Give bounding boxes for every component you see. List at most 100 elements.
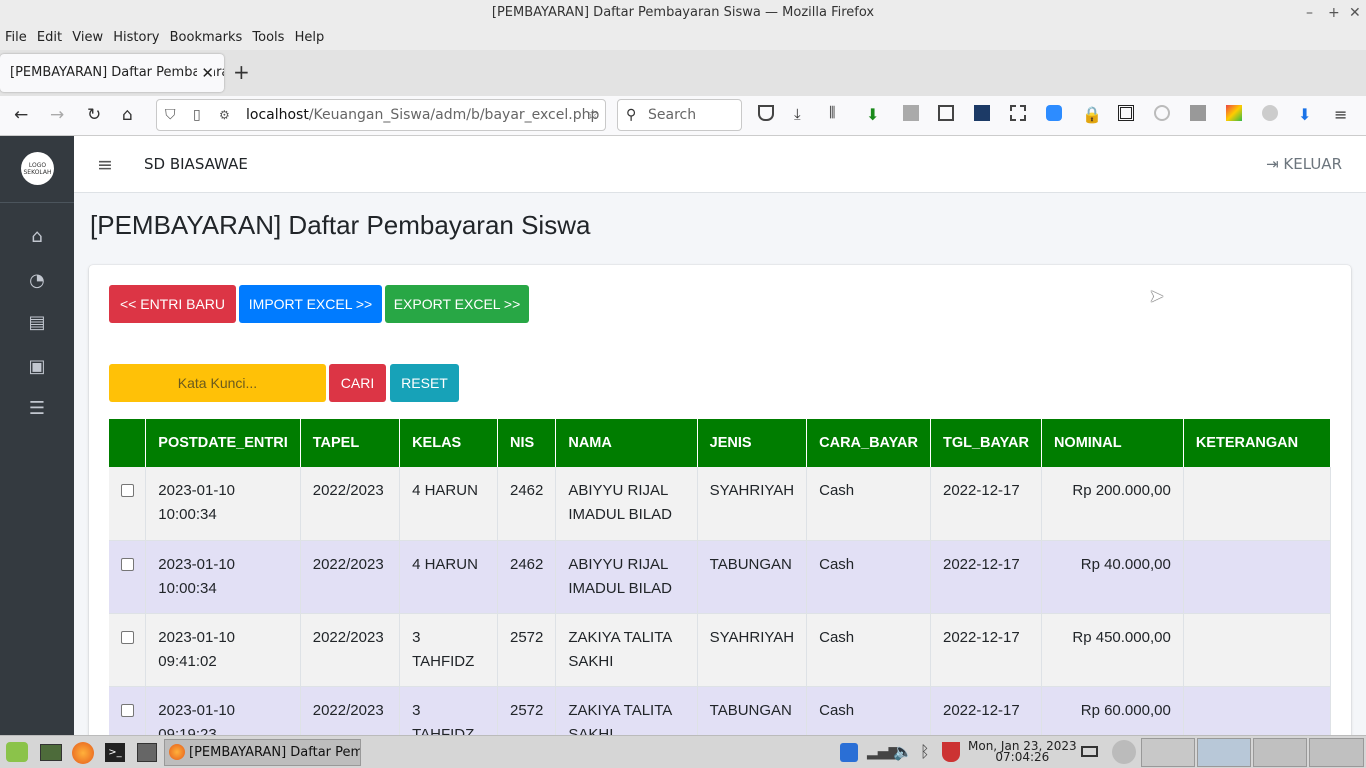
table-row[interactable]: 2023-01-10 10:00:34 2022/2023 4 HARUN 24… <box>109 540 1332 614</box>
search-button[interactable]: CARI <box>329 364 386 402</box>
keyword-input[interactable]: Kata Kunci... <box>109 364 326 402</box>
volume-icon[interactable]: 🔈 <box>893 742 913 761</box>
column-header-tapel[interactable]: TAPEL <box>300 419 401 467</box>
blue-download-icon[interactable]: ⬇ <box>1298 105 1314 124</box>
column-header-nis[interactable]: NIS <box>497 419 557 467</box>
lock-extension-icon[interactable]: 🔒 <box>1082 105 1102 124</box>
row-checkbox[interactable] <box>121 630 134 644</box>
menu-history[interactable]: History <box>108 26 159 45</box>
green-download-icon[interactable]: ⬇ <box>866 105 882 124</box>
globe-icon[interactable] <box>1154 105 1170 121</box>
grid-extension-icon[interactable] <box>1010 105 1026 121</box>
shield-tray-icon[interactable] <box>942 742 960 762</box>
column-header-postdate[interactable]: POSTDATE_ENTRI <box>145 419 301 467</box>
cell-tapel: 2022/2023 <box>300 467 401 541</box>
column-header-kelas[interactable]: KELAS <box>399 419 498 467</box>
menu-view[interactable]: View <box>67 26 103 45</box>
menu-bookmarks[interactable]: Bookmarks <box>165 26 243 45</box>
import-excel-button[interactable]: IMPORT EXCEL >> <box>239 285 382 323</box>
workspace-3[interactable] <box>1253 738 1307 767</box>
dashboard-icon[interactable]: ◔ <box>25 270 49 294</box>
reset-button[interactable]: RESET <box>390 364 459 402</box>
downloads-icon[interactable]: ⤓ <box>794 105 810 123</box>
forward-icon[interactable]: → <box>50 105 64 125</box>
home-icon[interactable]: ⌂ <box>25 226 49 250</box>
window-title: [PEMBAYARAN] Daftar Pembayaran Siswa — M… <box>491 5 875 20</box>
briefcase-icon[interactable]: ▤ <box>25 312 49 336</box>
permissions-icon[interactable]: ⚙ <box>219 100 230 130</box>
firefox-launcher-icon[interactable] <box>72 742 94 764</box>
school-logo[interactable]: LOGO SEKOLAH <box>21 152 54 185</box>
column-header-jenis[interactable]: JENIS <box>697 419 808 467</box>
search-input[interactable]: ⚲ Search <box>617 99 742 131</box>
row-checkbox[interactable] <box>121 557 134 571</box>
tray-app-icon[interactable] <box>1112 740 1136 764</box>
qr-code-icon[interactable] <box>1118 105 1134 121</box>
workspace-1[interactable] <box>1141 738 1195 767</box>
sidebar-toggle-icon[interactable]: ≡ <box>97 154 113 176</box>
cell-kelas: 4 HARUN <box>399 540 498 614</box>
url-bar[interactable]: ⛉ ▯ ⚙ localhost/Keuangan_Siswa/adm/b/bay… <box>156 99 606 131</box>
tab-bar: [PEMBAYARAN] Daftar Pembayaran Siswa ✕ + <box>0 50 1366 96</box>
menu-edit[interactable]: Edit <box>32 26 62 45</box>
bluetooth-tray-icon[interactable] <box>840 743 858 762</box>
home-icon[interactable]: ⌂ <box>122 105 133 125</box>
menu-help[interactable]: Help <box>290 26 325 45</box>
colorful-extension-icon[interactable] <box>1226 105 1242 121</box>
logout-link[interactable]: ⇥ KELUAR <box>1266 155 1342 173</box>
shield-icon[interactable]: ⛉ <box>165 100 176 130</box>
bookmark-star-icon[interactable]: ☆ <box>586 100 599 130</box>
show-desktop-icon[interactable] <box>40 744 62 761</box>
new-entry-button[interactable]: << ENTRI BARU <box>109 285 236 323</box>
cell-kelas: 4 HARUN <box>399 467 498 541</box>
tab-title: [PEMBAYARAN] Daftar Pembayaran Siswa <box>10 65 224 80</box>
close-tab-icon[interactable]: ✕ <box>197 54 214 92</box>
extension-icon-2[interactable] <box>1190 105 1206 121</box>
menu-file[interactable]: File <box>0 26 27 45</box>
bluetooth-icon[interactable]: ᛒ <box>920 742 930 761</box>
column-header-nama[interactable]: NAMA <box>555 419 698 467</box>
hamburger-menu-icon[interactable]: ≡ <box>1334 105 1350 124</box>
column-header-keterangan[interactable]: KETERANGAN <box>1183 419 1332 467</box>
row-checkbox[interactable] <box>121 484 134 497</box>
table-row[interactable]: 2023-01-10 09:41:02 2022/2023 3 TAHFIDZ … <box>109 613 1332 687</box>
close-window-icon[interactable]: ✕ <box>1349 0 1361 26</box>
start-menu-icon[interactable] <box>6 742 28 762</box>
terminal-icon[interactable]: >_ <box>105 743 125 762</box>
zoom-icon[interactable] <box>1046 105 1062 121</box>
library-icon[interactable]: ⫼ <box>829 105 845 121</box>
reader-icon[interactable] <box>938 105 954 121</box>
cell-tgl-bayar: 2022-12-17 <box>930 613 1042 687</box>
taskbar-window-button[interactable]: [PEMBAYARAN] Daftar Pem... <box>164 739 361 766</box>
battery-icon[interactable] <box>1081 746 1098 757</box>
workspace-2[interactable] <box>1197 738 1251 767</box>
row-checkbox[interactable] <box>121 703 134 717</box>
search-icon: ⚲ <box>626 107 637 123</box>
table-row[interactable]: 2023-01-10 10:00:34 2022/2023 4 HARUN 24… <box>109 467 1332 541</box>
column-header-tgl-bayar[interactable]: TGL_BAYAR <box>930 419 1042 467</box>
extension-icon-3[interactable] <box>1262 105 1278 121</box>
pocket-icon[interactable] <box>758 105 774 121</box>
reload-icon[interactable]: ↻ <box>87 105 101 125</box>
export-excel-button[interactable]: EXPORT EXCEL >> <box>385 285 529 323</box>
extension-icon[interactable] <box>903 105 919 121</box>
minimize-icon[interactable]: – <box>1306 0 1313 26</box>
files-icon[interactable] <box>137 743 157 762</box>
column-header-nominal[interactable]: NOMINAL <box>1041 419 1184 467</box>
maximize-icon[interactable]: + <box>1328 0 1340 26</box>
money-icon[interactable]: ▣ <box>25 356 49 380</box>
menu-tools[interactable]: Tools <box>247 26 284 45</box>
browser-tab[interactable]: [PEMBAYARAN] Daftar Pembayaran Siswa ✕ <box>0 54 224 92</box>
cell-nama: ABIYYU RIJAL IMADUL BILAD <box>555 540 698 614</box>
column-header-cara-bayar[interactable]: CARA_BAYAR <box>806 419 931 467</box>
search-placeholder: Search <box>648 107 697 123</box>
newspaper-icon[interactable]: ☰ <box>25 398 49 422</box>
save-extension-icon[interactable] <box>974 105 990 121</box>
back-icon[interactable]: ← <box>14 105 28 125</box>
cell-nominal: Rp 40.000,00 <box>1041 540 1184 614</box>
new-tab-icon[interactable]: + <box>233 60 250 84</box>
workspace-4[interactable] <box>1309 738 1364 767</box>
clock[interactable]: Mon, Jan 23, 2023 07:04:26 <box>968 740 1077 763</box>
brand-name[interactable]: SD BIASAWAE <box>144 155 248 173</box>
cell-nama: ZAKIYA TALITA SAKHI <box>555 613 698 687</box>
